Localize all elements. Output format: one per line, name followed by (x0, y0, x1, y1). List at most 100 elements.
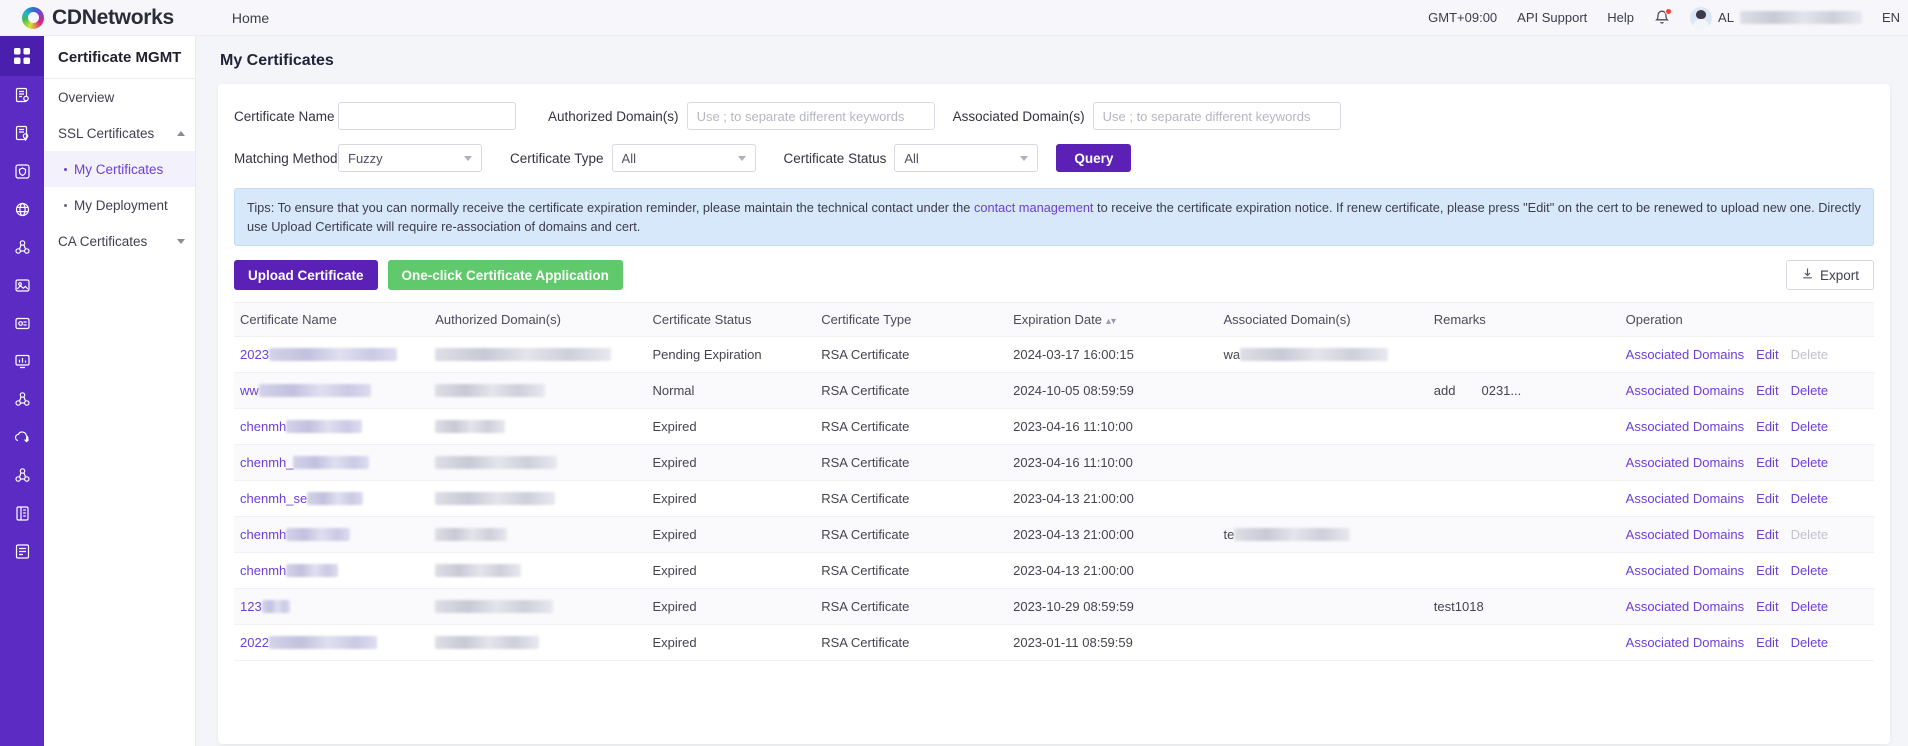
rail-item-nodes-cluster-2[interactable] (0, 456, 44, 494)
export-button[interactable]: Export (1785, 260, 1874, 290)
rail-item-shield-security[interactable] (0, 152, 44, 190)
associated-domains-action[interactable]: Associated Domains (1626, 527, 1745, 542)
edit-action[interactable]: Edit (1756, 491, 1778, 506)
sidebar-group-ssl-certificates[interactable]: SSL Certificates (44, 115, 195, 151)
column-header-certificate-type[interactable]: Certificate Type (815, 302, 1008, 337)
rail-item-globe-cdn[interactable] (0, 190, 44, 228)
cell-certificate-name[interactable]: chenmh (234, 408, 430, 445)
delete-action[interactable]: Delete (1791, 419, 1829, 434)
rail-item-media-card[interactable] (0, 304, 44, 342)
certificate-name-link[interactable]: chenmh (240, 563, 286, 578)
top-header-bar: CDNetworks Home GMT+09:00 API Support He… (0, 0, 1908, 36)
nav-home-link[interactable]: Home (232, 10, 269, 26)
rail-item-document-eye[interactable] (0, 76, 44, 114)
column-header-certificate-status[interactable]: Certificate Status (646, 302, 816, 337)
certificate-name-input[interactable] (338, 102, 516, 130)
rail-item-nodes-cluster[interactable] (0, 380, 44, 418)
sidebar-group-ca-certificates[interactable]: CA Certificates (44, 223, 195, 259)
associated-domains-action[interactable]: Associated Domains (1626, 455, 1745, 470)
notification-bell-icon[interactable] (1654, 7, 1673, 27)
help-link[interactable]: Help (1607, 10, 1634, 25)
language-selector[interactable]: EN (1882, 10, 1900, 25)
certificate-name-link[interactable]: chenmh_se (240, 491, 307, 506)
certificate-name-link[interactable]: 2023 (240, 347, 269, 362)
column-header-remarks[interactable]: Remarks (1427, 302, 1620, 337)
rail-item-nodes-network[interactable] (0, 228, 44, 266)
associated-domains-action[interactable]: Associated Domains (1626, 347, 1745, 362)
certificate-type-select[interactable]: All (611, 144, 756, 172)
column-header-authorized-domains[interactable]: Authorized Domain(s) (429, 302, 647, 337)
certificate-status-select[interactable]: All (894, 144, 1039, 172)
certificate-name-link[interactable]: ww (240, 383, 259, 398)
table-row: 2023 Pending Expiration RSA Certificate 202… (234, 336, 1874, 373)
edit-action[interactable]: Edit (1756, 599, 1778, 614)
sidebar-item-my-deployment[interactable]: My Deployment (44, 187, 195, 223)
delete-action[interactable]: Delete (1791, 455, 1829, 470)
delete-action[interactable]: Delete (1791, 599, 1829, 614)
associated-domains-action[interactable]: Associated Domains (1626, 563, 1745, 578)
cell-certificate-name[interactable]: chenmh_ (234, 444, 430, 481)
rail-item-storage-db[interactable] (0, 532, 44, 570)
cell-certificate-name[interactable]: chenmh_se (234, 480, 430, 517)
delete-action[interactable]: Delete (1791, 383, 1829, 398)
cell-certificate-name[interactable]: 2022 (234, 624, 430, 661)
redacted-text (435, 492, 556, 505)
edit-action[interactable]: Edit (1756, 563, 1778, 578)
sidebar-item-overview[interactable]: Overview (44, 79, 195, 115)
edit-action[interactable]: Edit (1756, 635, 1778, 650)
cell-expiration-date: 2023-04-16 11:10:00 (1007, 444, 1218, 481)
user-menu[interactable]: AL (1690, 6, 1862, 29)
rail-item-server-rack[interactable] (0, 494, 44, 532)
contact-management-link[interactable]: contact management (974, 200, 1094, 215)
matching-method-select[interactable]: Fuzzy (338, 144, 482, 172)
tips-banner: Tips: To ensure that you can normally re… (234, 188, 1874, 246)
associated-domains-input[interactable] (1092, 102, 1341, 130)
associated-domains-action[interactable]: Associated Domains (1626, 635, 1745, 650)
cell-certificate-name[interactable]: chenmh (234, 552, 430, 589)
query-button[interactable]: Query (1056, 144, 1132, 172)
certificate-name-link[interactable]: 123 (240, 599, 262, 614)
delete-action[interactable]: Delete (1791, 635, 1829, 650)
rail-item-cloud-upload[interactable] (0, 418, 44, 456)
authorized-domains-input[interactable] (686, 102, 935, 130)
user-name-prefix: AL (1718, 10, 1734, 25)
column-header-certificate-name[interactable]: Certificate Name (234, 302, 430, 337)
delete-action[interactable]: Delete (1791, 491, 1829, 506)
column-header-expiration-date[interactable]: Expiration Date ▴▾ (1007, 302, 1218, 337)
sort-updown-icon[interactable]: ▴▾ (1106, 316, 1116, 327)
cell-certificate-status: Expired (646, 480, 816, 517)
rail-item-grid-apps[interactable] (0, 36, 44, 76)
certificate-name-link[interactable]: chenmh (240, 527, 286, 542)
column-header-associated-domains[interactable]: Associated Domain(s) (1217, 302, 1428, 337)
nodes-network-icon (14, 239, 31, 256)
associated-domains-action[interactable]: Associated Domains (1626, 599, 1745, 614)
upload-certificate-button[interactable]: Upload Certificate (234, 260, 378, 290)
associated-domains-action[interactable]: Associated Domains (1626, 419, 1745, 434)
edit-action[interactable]: Edit (1756, 347, 1778, 362)
edit-action[interactable]: Edit (1756, 383, 1778, 398)
cell-remarks (1427, 444, 1620, 481)
brand-logo-area[interactable]: CDNetworks (22, 6, 174, 30)
certificate-name-link[interactable]: 2022 (240, 635, 269, 650)
associated-domains-action[interactable]: Associated Domains (1626, 491, 1745, 506)
certificate-name-link[interactable]: chenmh (240, 419, 286, 434)
certificate-name-link[interactable]: chenmh_ (240, 455, 293, 470)
rail-item-certificate[interactable] (0, 114, 44, 152)
rail-item-monitor-chart[interactable] (0, 342, 44, 380)
edit-action[interactable]: Edit (1756, 527, 1778, 542)
delete-action[interactable]: Delete (1791, 563, 1829, 578)
cell-certificate-name[interactable]: ww (234, 372, 430, 409)
sidebar-item-label: SSL Certificates (58, 125, 155, 141)
cell-certificate-name[interactable]: chenmh (234, 516, 430, 553)
cell-associated-domains (1217, 444, 1428, 481)
rail-item-image-media[interactable] (0, 266, 44, 304)
edit-action[interactable]: Edit (1756, 455, 1778, 470)
cell-certificate-name[interactable]: 123 (234, 588, 430, 625)
associated-domains-action[interactable]: Associated Domains (1626, 383, 1745, 398)
sidebar-item-my-certificates[interactable]: My Certificates (44, 151, 195, 187)
one-click-certificate-application-button[interactable]: One-click Certificate Application (387, 260, 623, 290)
timezone-selector[interactable]: GMT+09:00 (1428, 10, 1497, 25)
cell-certificate-name[interactable]: 2023 (234, 336, 430, 373)
api-support-link[interactable]: API Support (1517, 10, 1587, 25)
edit-action[interactable]: Edit (1756, 419, 1778, 434)
